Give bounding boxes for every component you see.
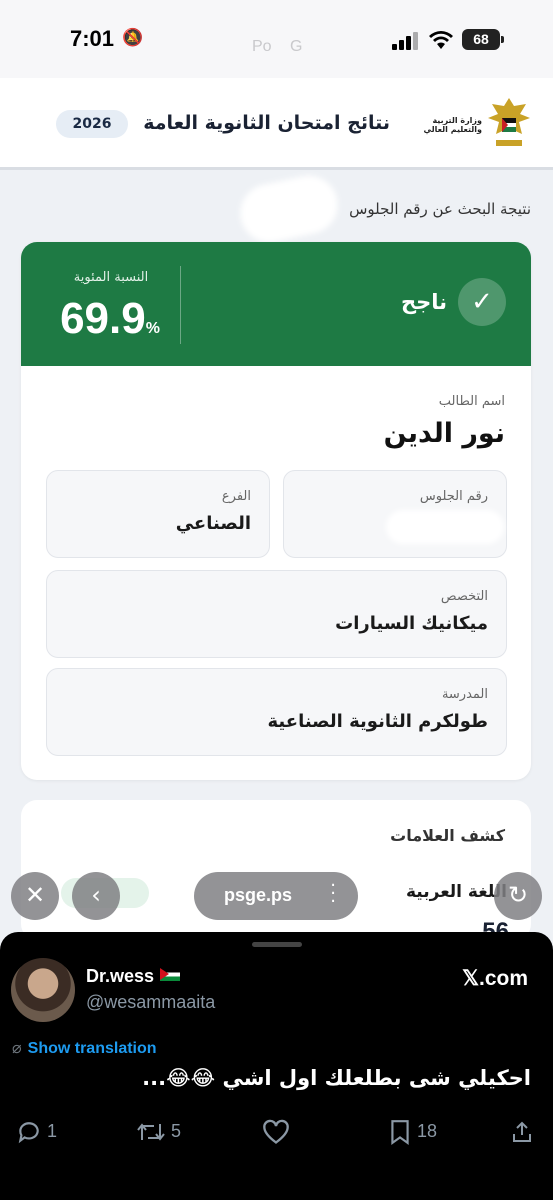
subject-name: اللغة العربية bbox=[406, 882, 507, 902]
check-icon: ✓ bbox=[458, 278, 506, 326]
percent-sign: % bbox=[145, 320, 160, 337]
retweet-button[interactable]: 5 bbox=[136, 1114, 181, 1148]
url-text: psge.ps bbox=[224, 885, 293, 905]
result-banner: النسبة المئوية 69.9% ✓ ناجح bbox=[21, 242, 531, 366]
banner-divider bbox=[180, 266, 181, 344]
bookmark-icon bbox=[391, 1120, 409, 1146]
username[interactable]: @wesammaaita bbox=[86, 992, 215, 1013]
specialization-value: ميكانيك السيارات bbox=[335, 613, 488, 634]
faint-background-text: Po bbox=[252, 38, 272, 55]
show-translation-link[interactable]: ⌀ Show translation bbox=[12, 1038, 157, 1058]
url-bar[interactable]: psge.ps · · · bbox=[194, 872, 358, 920]
percentage-label: النسبة المئوية bbox=[73, 270, 149, 285]
specialization-box: التخصص ميكانيك السيارات bbox=[46, 570, 507, 658]
redaction-mark bbox=[386, 510, 504, 544]
wifi-icon bbox=[429, 31, 453, 49]
close-button[interactable]: ✕ bbox=[11, 872, 59, 920]
reload-button[interactable]: ↻ bbox=[494, 872, 542, 920]
drag-handle[interactable] bbox=[252, 942, 302, 947]
heart-icon bbox=[263, 1120, 289, 1145]
chevron-left-icon: ‹ bbox=[91, 881, 101, 909]
ministry-name: وزارة التربية والتعليم العالي bbox=[423, 116, 482, 134]
battery-indicator: 68 bbox=[462, 29, 504, 50]
tweet-text: احكيلي شى بطلعلك اول اشي 😂😂... bbox=[142, 1066, 531, 1090]
branch-value: الصناعي bbox=[175, 513, 251, 534]
student-name: نور الدين bbox=[383, 418, 505, 449]
status-bar: 7:01 🔕 Po G 68 bbox=[0, 0, 553, 78]
reload-icon: ↻ bbox=[507, 881, 529, 909]
close-icon: ✕ bbox=[24, 881, 46, 909]
branch-box: الفرع الصناعي bbox=[46, 470, 270, 558]
result-status: ناجح bbox=[400, 290, 447, 314]
year-badge: 2026 bbox=[56, 110, 128, 138]
tweet-overlay: Dr.wess @wesammaaita 𝕏.com ⌀ Show transla… bbox=[0, 932, 553, 1200]
display-name[interactable]: Dr.wess bbox=[86, 966, 181, 987]
percentage-value: 69.9% bbox=[60, 294, 160, 343]
palestine-flag-icon bbox=[160, 968, 181, 981]
faint-background-text: G bbox=[290, 38, 303, 55]
page-title: نتائج امتحان الثانوية العامة bbox=[143, 112, 390, 134]
bell-muted-icon: 🔕 bbox=[122, 28, 144, 48]
tweet-actions: 1 5 18 bbox=[0, 1114, 553, 1154]
specialization-label: التخصص bbox=[440, 589, 488, 604]
x-logo: 𝕏.com bbox=[462, 967, 528, 990]
retweet-icon bbox=[137, 1123, 165, 1141]
eagle-emblem-icon bbox=[488, 98, 530, 146]
share-button[interactable] bbox=[510, 1114, 534, 1148]
bookmark-button[interactable]: 18 bbox=[388, 1114, 437, 1148]
branch-label: الفرع bbox=[221, 489, 251, 504]
reply-icon bbox=[18, 1122, 39, 1144]
school-box: المدرسة طولكرم الثانوية الصناعية bbox=[46, 668, 507, 756]
school-label: المدرسة bbox=[441, 687, 488, 702]
clock: 7:01 bbox=[70, 26, 115, 51]
avatar[interactable] bbox=[11, 958, 75, 1022]
translate-icon: ⌀ bbox=[12, 1040, 22, 1057]
reply-button[interactable]: 1 bbox=[16, 1114, 57, 1148]
student-name-label: اسم الطالب bbox=[438, 394, 505, 409]
like-button[interactable] bbox=[262, 1114, 290, 1148]
share-icon bbox=[513, 1121, 531, 1143]
redaction-mark bbox=[235, 170, 343, 248]
seat-number-label: رقم الجلوس bbox=[419, 489, 488, 504]
signal-icon bbox=[392, 32, 420, 50]
marks-title: كشف العلامات bbox=[390, 826, 505, 845]
search-result-caption: نتيجة البحث عن رقم الجلوس bbox=[349, 200, 531, 218]
site-header: وزارة التربية والتعليم العالي نتائج امتح… bbox=[0, 78, 553, 170]
school-value: طولكرم الثانوية الصناعية bbox=[267, 711, 488, 732]
more-vertical-icon[interactable]: · · · bbox=[330, 877, 336, 911]
back-button[interactable]: ‹ bbox=[72, 872, 120, 920]
